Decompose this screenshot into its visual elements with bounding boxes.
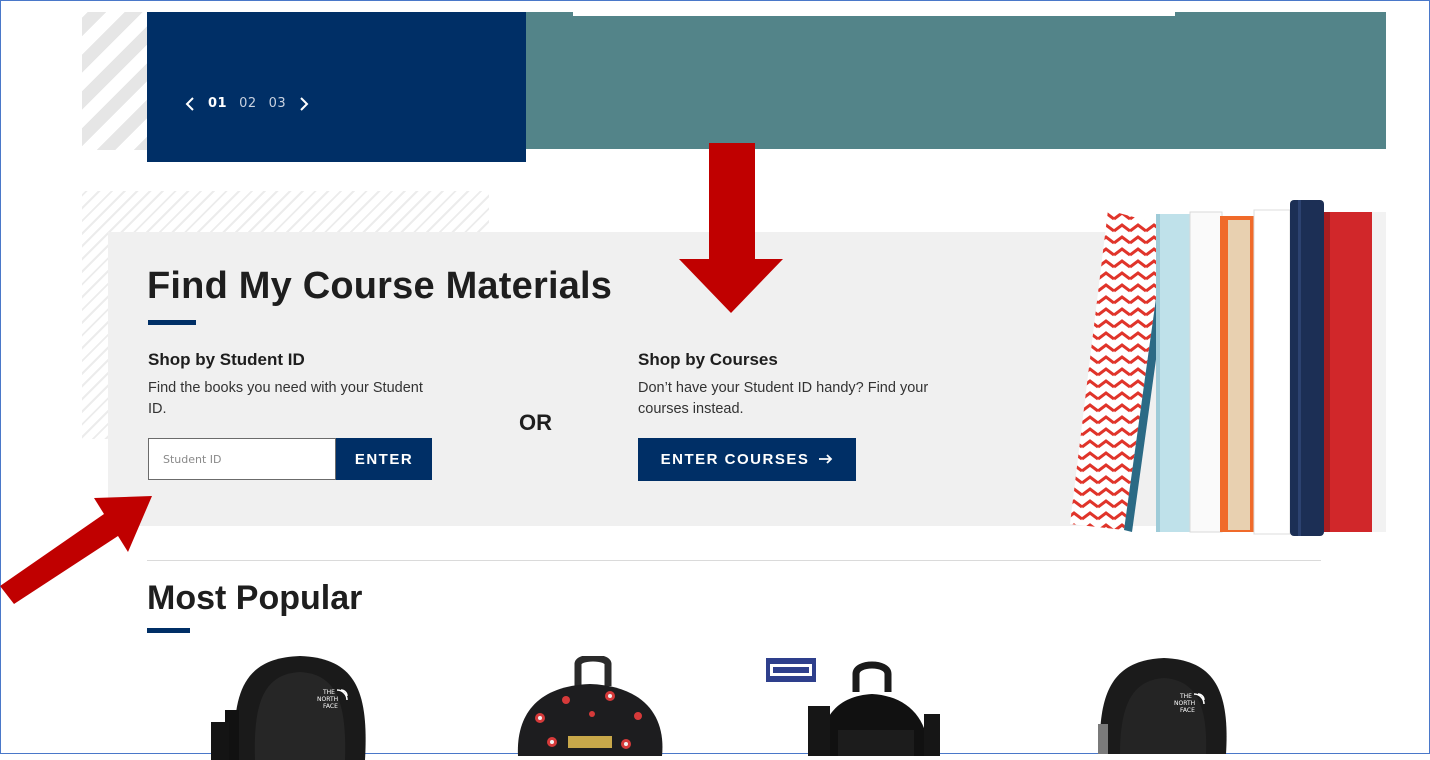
or-separator: OR <box>519 410 552 435</box>
section-underline <box>147 628 190 633</box>
slide-indicator-2[interactable]: 02 <box>239 96 257 111</box>
jansport-badge <box>766 658 816 682</box>
slide-indicator-1[interactable]: 01 <box>208 96 227 111</box>
courses-description: Don’t have your Student ID handy? Find y… <box>638 380 929 417</box>
course-materials-title: Find My Course Materials <box>147 265 613 307</box>
hero-caption-panel <box>147 12 526 162</box>
svg-text:NORTH: NORTH <box>1174 700 1195 707</box>
section-divider <box>147 560 1321 561</box>
most-popular-title: Most Popular <box>147 579 363 617</box>
arrow-right-icon <box>819 451 833 468</box>
hero-top-line <box>573 12 1175 16</box>
product-image-3[interactable] <box>760 656 1000 756</box>
product-image-2[interactable] <box>500 656 675 756</box>
enter-button-label: ENTER <box>354 450 414 468</box>
decorative-stripes <box>82 12 152 150</box>
annotation-arrow-down <box>679 143 783 313</box>
svg-text:FACE: FACE <box>1180 707 1195 714</box>
slide-indicator-3[interactable]: 03 <box>269 96 287 111</box>
svg-text:FACE: FACE <box>323 703 338 710</box>
product-image-4[interactable]: THE NORTH FACE <box>1080 654 1240 754</box>
svg-text:NORTH: NORTH <box>317 696 338 703</box>
svg-text:THE: THE <box>1179 693 1192 700</box>
chevron-right-icon[interactable] <box>298 96 310 111</box>
courses-heading: Shop by Courses <box>638 350 778 369</box>
student-id-input[interactable] <box>148 438 336 480</box>
jansport-logo <box>568 736 612 748</box>
product-image-1[interactable]: THE NORTH FACE <box>205 650 395 760</box>
enter-courses-button[interactable]: ENTER COURSES <box>638 438 856 481</box>
enter-courses-label: ENTER COURSES <box>660 451 810 468</box>
student-id-heading: Shop by Student ID <box>148 350 305 369</box>
slider-navigation: 01 02 03 <box>184 96 310 111</box>
enter-button[interactable]: ENTER <box>336 438 432 480</box>
title-underline <box>148 320 196 325</box>
svg-text:THE: THE <box>322 689 335 696</box>
chevron-left-icon[interactable] <box>184 96 196 111</box>
student-id-description: Find the books you need with your Studen… <box>148 380 423 417</box>
annotation-arrow-left <box>0 496 152 604</box>
books-illustration <box>1070 200 1386 536</box>
hero-image-panel <box>526 12 1386 149</box>
